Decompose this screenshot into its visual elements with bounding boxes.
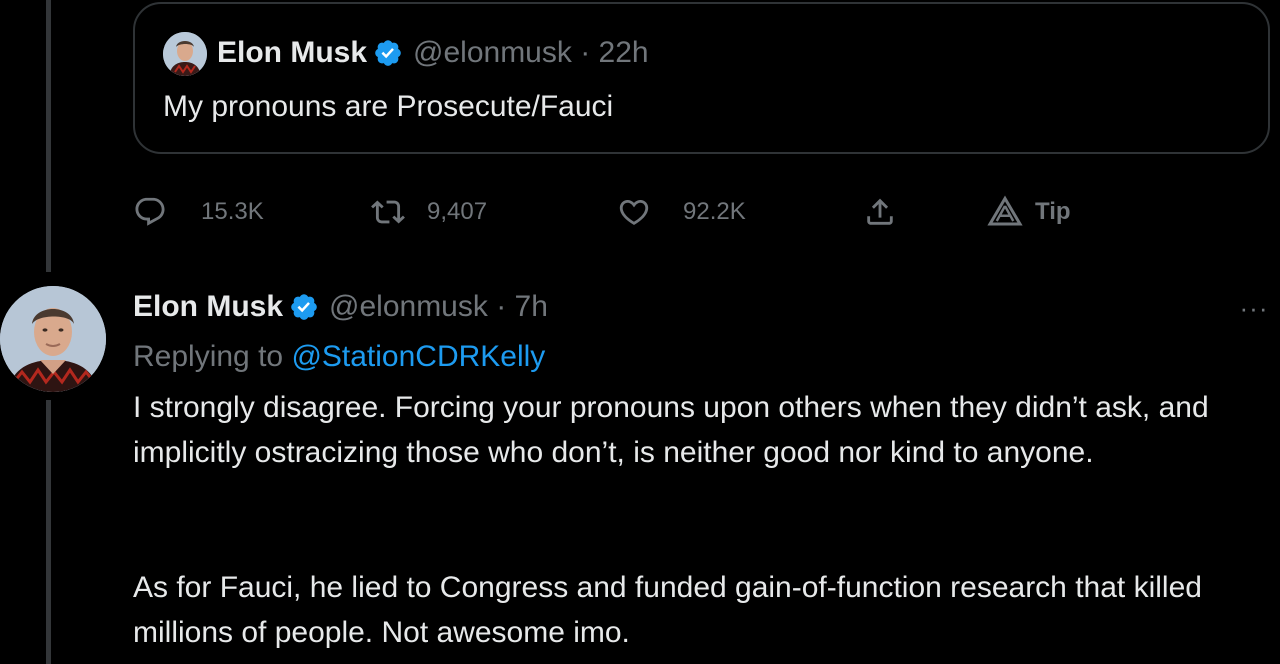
tweet-header: Elon Musk @elonmusk · 7h — [133, 290, 548, 324]
replying-to-prefix: Replying to — [133, 340, 292, 373]
like-count: 92.2K — [683, 198, 746, 225]
reply-count: 15.3K — [201, 198, 264, 225]
quoted-tweet-text: My pronouns are Prosecute/Fauci — [163, 90, 614, 123]
speech-bubble-icon — [135, 197, 165, 226]
retweet-count: 9,407 — [427, 198, 488, 225]
verified-badge-icon — [375, 40, 401, 66]
tip-label: Tip — [1035, 198, 1071, 225]
replying-to-line: Replying to @StationCDRKelly — [133, 340, 545, 374]
thread-connector-line-lower — [46, 400, 51, 664]
tip-button[interactable]: Tip — [987, 190, 1071, 234]
author-avatar[interactable] — [0, 286, 106, 392]
heart-outline-icon — [619, 199, 649, 225]
more-dots-icon: ··· — [1239, 292, 1269, 323]
tip-triangle-icon — [987, 195, 1023, 226]
thread-connector-line — [46, 0, 51, 272]
tweet-text-paragraph-2: As for Fauci, he lied to Congress and fu… — [133, 571, 1202, 649]
share-button[interactable] — [863, 190, 931, 234]
avatar-image — [163, 32, 207, 76]
more-options-button[interactable]: ··· — [1234, 290, 1274, 326]
retweet-arrows-icon — [371, 200, 405, 224]
quoted-tweet-header: Elon Musk @elonmusk · 22h — [217, 36, 649, 70]
tweet-text-paragraph-1: I strongly disagree. Forcing your pronou… — [133, 391, 1209, 469]
retweet-button[interactable]: 9,407 — [371, 190, 487, 234]
quoted-author-handle-time[interactable]: @elonmusk · 22h — [413, 36, 649, 70]
tweet-action-bar: 15.3K 9,407 92.2K Tip — [133, 190, 1133, 234]
author-handle-time[interactable]: @elonmusk · 7h — [329, 290, 548, 324]
author-name[interactable]: Elon Musk — [133, 290, 283, 324]
quoted-author-name[interactable]: Elon Musk — [217, 36, 367, 70]
reply-button[interactable]: 15.3K — [133, 190, 264, 234]
verified-badge-icon — [291, 294, 317, 320]
replying-to-mention-link[interactable]: @StationCDRKelly — [291, 340, 545, 373]
upload-arrow-icon — [867, 198, 893, 225]
quoted-tweet-avatar[interactable] — [163, 32, 207, 76]
like-button[interactable]: 92.2K — [617, 190, 746, 234]
quoted-tweet-card[interactable]: Elon Musk @elonmusk · 22h My pronouns ar… — [133, 2, 1270, 154]
avatar-image — [0, 286, 106, 392]
